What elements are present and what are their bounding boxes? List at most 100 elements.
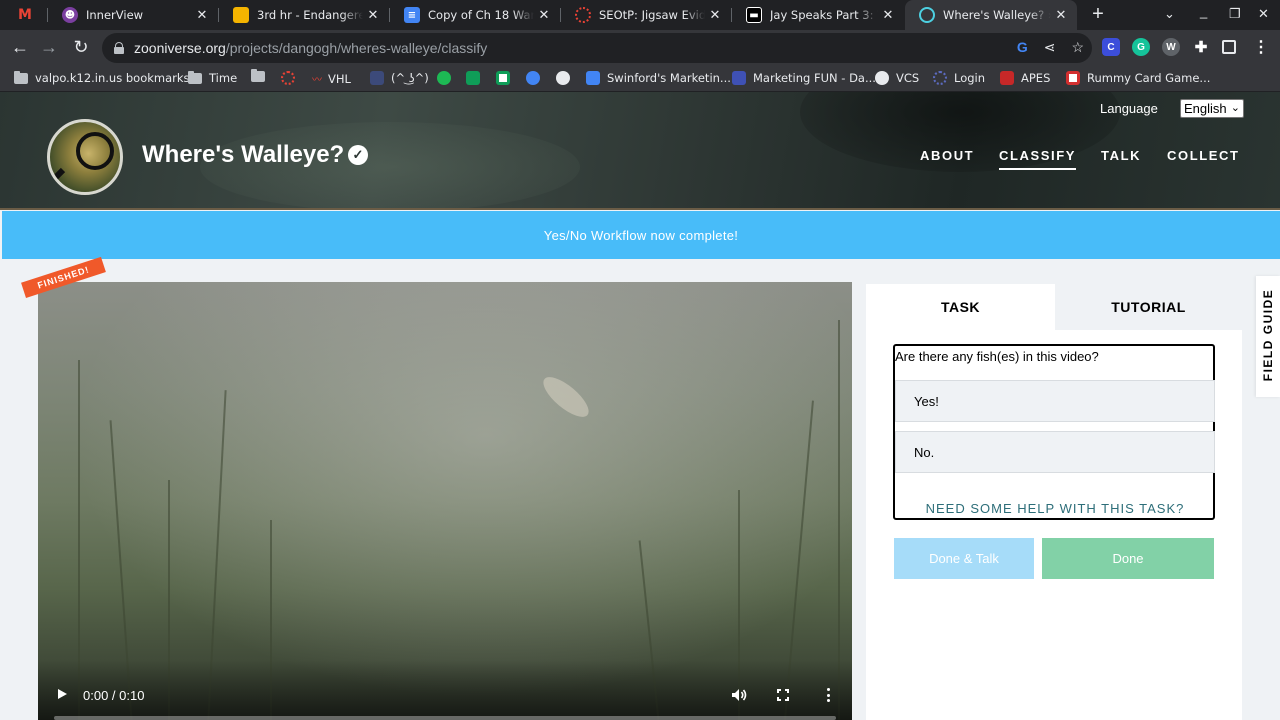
emoticon-icon bbox=[370, 71, 384, 85]
task-panel: TASK TUTORIAL Are there any fish(es) in … bbox=[866, 284, 1242, 720]
project-title[interactable]: Where's Walleye? bbox=[142, 141, 344, 169]
folder-icon bbox=[251, 69, 265, 82]
browser-tab[interactable]: ☻ InnerView ✕ bbox=[48, 0, 218, 30]
gmail-icon: M bbox=[18, 7, 32, 23]
bookmark-folder[interactable]: Time bbox=[188, 70, 237, 85]
forward-icon[interactable]: → bbox=[38, 37, 60, 57]
innerview-icon: ☻ bbox=[62, 7, 78, 23]
bookmark-item[interactable]: 〰 VHL bbox=[312, 71, 351, 87]
slides-icon bbox=[233, 7, 249, 23]
verified-check-icon: ✓ bbox=[348, 145, 368, 165]
login-icon bbox=[933, 71, 947, 85]
bookmark-folder[interactable] bbox=[251, 69, 272, 82]
medium-icon: ▬ bbox=[746, 7, 762, 23]
task-question-box: Are there any fish(es) in this video? Ye… bbox=[893, 344, 1215, 520]
volume-icon[interactable] bbox=[731, 688, 747, 702]
extension-c-icon[interactable]: C bbox=[1102, 38, 1120, 56]
docs-icon: ≡ bbox=[404, 7, 420, 23]
bookmark-item[interactable] bbox=[437, 71, 458, 85]
field-guide-tab[interactable]: FIELD GUIDE bbox=[1256, 276, 1280, 397]
video-progress-bar[interactable] bbox=[54, 716, 836, 720]
menu-kebab-icon[interactable]: ⋮ bbox=[1252, 38, 1270, 56]
nav-about[interactable]: ABOUT bbox=[920, 148, 974, 163]
seotp-icon bbox=[575, 7, 591, 23]
minimize-icon[interactable]: _ bbox=[1200, 4, 1207, 19]
subject-video[interactable]: 0:00 / 0:10 bbox=[38, 282, 852, 720]
close-tab-icon[interactable]: ✕ bbox=[363, 8, 383, 23]
bookmark-item[interactable] bbox=[496, 71, 517, 85]
circle-icon bbox=[281, 71, 295, 85]
bookmark-item[interactable]: (^ ͜ʖ^) bbox=[370, 71, 429, 85]
close-tab-icon[interactable]: ✕ bbox=[1051, 8, 1071, 23]
restore-icon[interactable]: ❐ bbox=[1229, 6, 1241, 22]
browser-toolbar: ← → ↻ zooniverse.org /projects/dangogh/w… bbox=[0, 30, 1280, 66]
zooniverse-icon bbox=[919, 7, 935, 23]
bookmark-item[interactable]: Login bbox=[933, 71, 985, 85]
star-icon[interactable]: ☆ bbox=[1071, 39, 1084, 56]
apes-icon bbox=[1000, 71, 1014, 85]
solitaire-icon bbox=[496, 71, 510, 85]
close-tab-icon[interactable]: ✕ bbox=[192, 8, 212, 23]
reload-icon[interactable]: ↻ bbox=[70, 37, 92, 57]
browser-tab[interactable]: ▬ Jay Speaks Part 3: The ✕ bbox=[732, 0, 904, 30]
done-and-talk-button[interactable]: Done & Talk bbox=[894, 538, 1034, 579]
back-icon[interactable]: ← bbox=[9, 37, 31, 57]
folder-icon bbox=[14, 70, 28, 84]
extension-w-icon[interactable]: W bbox=[1162, 38, 1180, 56]
answer-yes[interactable]: Yes! bbox=[895, 380, 1215, 422]
nav-classify[interactable]: CLASSIFY bbox=[999, 148, 1077, 170]
chrome-app-icon bbox=[526, 71, 540, 85]
bookmark-item[interactable]: APES bbox=[1000, 71, 1050, 85]
bookmark-item[interactable] bbox=[281, 71, 302, 85]
bookmark-item[interactable] bbox=[556, 71, 577, 85]
close-tab-icon[interactable]: ✕ bbox=[705, 8, 725, 23]
penguin-icon bbox=[556, 71, 570, 85]
extensions-puzzle-icon[interactable]: ✚ bbox=[1192, 38, 1210, 56]
tab-search-icon[interactable]: ⌄ bbox=[1164, 6, 1175, 22]
task-question: Are there any fish(es) in this video? bbox=[895, 349, 1099, 364]
play-icon[interactable] bbox=[58, 689, 67, 699]
done-button[interactable]: Done bbox=[1042, 538, 1214, 579]
project-avatar[interactable] bbox=[47, 119, 123, 195]
bookmark-item[interactable] bbox=[526, 71, 547, 85]
task-help-link[interactable]: NEED SOME HELP WITH THIS TASK? bbox=[895, 501, 1215, 516]
close-tab-icon[interactable]: ✕ bbox=[534, 8, 554, 23]
language-label: Language bbox=[1100, 101, 1158, 116]
video-more-icon[interactable] bbox=[826, 688, 830, 702]
lock-icon bbox=[114, 42, 124, 54]
side-panel-icon[interactable] bbox=[1222, 40, 1236, 54]
cards-icon bbox=[1066, 71, 1080, 85]
share-icon[interactable]: ⋖ bbox=[1044, 39, 1056, 56]
bookmark-item[interactable]: Marketing FUN - Da... bbox=[732, 71, 876, 85]
google-icon[interactable]: G bbox=[1017, 39, 1028, 56]
bookmark-item[interactable]: VCS bbox=[875, 71, 919, 85]
browser-tab-active[interactable]: Where's Walleye? » Cla ✕ bbox=[905, 0, 1077, 30]
grammarly-icon[interactable]: G bbox=[1132, 38, 1150, 56]
tab-tutorial[interactable]: TUTORIAL bbox=[1055, 284, 1242, 330]
nav-talk[interactable]: TALK bbox=[1101, 148, 1141, 163]
contacts-icon bbox=[586, 71, 600, 85]
nav-collect[interactable]: COLLECT bbox=[1167, 148, 1240, 163]
bookmark-item[interactable]: Swinford's Marketin... bbox=[586, 71, 731, 85]
browser-tab[interactable]: ≡ Copy of Ch 18 Warm Up ✕ bbox=[390, 0, 560, 30]
browser-tab[interactable]: 3rd hr - Endangered Sp ✕ bbox=[219, 0, 389, 30]
magnifier-icon bbox=[76, 132, 114, 170]
close-window-icon[interactable]: ✕ bbox=[1258, 6, 1269, 22]
bookmark-folder[interactable]: valpo.k12.in.us bookmarks bbox=[14, 70, 190, 85]
fullscreen-icon[interactable] bbox=[777, 689, 789, 701]
folder-icon bbox=[188, 70, 202, 84]
new-tab-icon[interactable]: + bbox=[1088, 3, 1108, 26]
close-tab-icon[interactable]: ✕ bbox=[878, 8, 898, 23]
bookmark-item[interactable] bbox=[466, 71, 487, 85]
video-controls bbox=[38, 660, 852, 720]
spotify-icon bbox=[437, 71, 451, 85]
answer-no[interactable]: No. bbox=[895, 431, 1215, 473]
bookmark-item[interactable]: Rummy Card Game... bbox=[1066, 71, 1210, 85]
workflow-complete-banner: Yes/No Workflow now complete! bbox=[2, 211, 1280, 259]
address-bar[interactable]: zooniverse.org /projects/dangogh/wheres-… bbox=[102, 33, 1092, 63]
bookmarks-bar: valpo.k12.in.us bookmarks Time 〰 VHL (^ ͜… bbox=[0, 66, 1280, 92]
language-select[interactable]: English ⌄ bbox=[1180, 99, 1244, 118]
browser-tab[interactable]: SEOtP: Jigsaw Evidence ✕ bbox=[561, 0, 731, 30]
gmail-tab[interactable]: M bbox=[0, 0, 48, 30]
tab-task[interactable]: TASK bbox=[866, 284, 1055, 330]
